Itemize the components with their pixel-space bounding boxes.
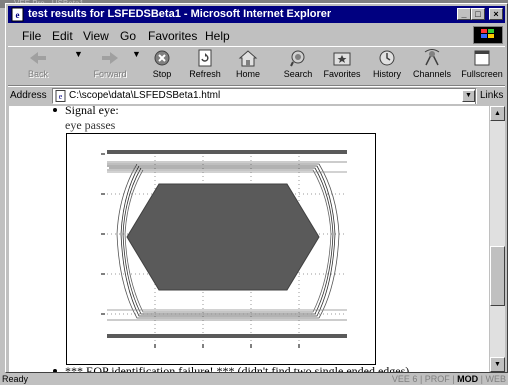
channels-icon [424, 49, 440, 66]
history-label: History [372, 69, 401, 79]
maximize-button[interactable]: □ [471, 8, 485, 20]
favorites-label: Favorites [323, 69, 361, 79]
favorites-icon [333, 52, 351, 66]
links-button[interactable]: Links [475, 88, 503, 104]
ie-window: e test results for LSFEDSBeta1 - Microso… [5, 3, 508, 373]
channels-label: Channels [412, 69, 452, 79]
scroll-down-button[interactable]: ▼ [490, 357, 505, 372]
svg-text:e: e [16, 10, 20, 20]
search-button[interactable]: Search [280, 49, 316, 83]
bullet-1 [53, 108, 57, 112]
fullscreen-label: Fullscreen [461, 69, 503, 79]
minimize-button[interactable]: _ [457, 8, 471, 20]
menu-help[interactable]: Help [205, 29, 230, 43]
fullscreen-icon [474, 50, 490, 66]
title-bar[interactable]: e test results for LSFEDSBeta1 - Microso… [8, 6, 505, 23]
eye-status-text: eye passes [65, 118, 116, 132]
standard-toolbar: Back ▼ Forward ▼ Stop Refresh Home Searc… [8, 46, 505, 86]
signal-eye-label: Signal eye: [65, 106, 119, 117]
background-status-bar: Ready VEE 6 | PROF | MOD | WEB [0, 374, 508, 385]
page-content: Signal eye: eye passes *** EOP identific… [9, 106, 489, 372]
home-label: Home [235, 69, 260, 79]
forward-button[interactable]: Forward [86, 49, 134, 83]
stop-icon [154, 50, 170, 66]
window-title: test results for LSFEDSBeta1 - Microsoft… [28, 8, 332, 20]
menu-favorites[interactable]: Favorites [148, 29, 197, 43]
forward-label: Forward [93, 69, 127, 79]
menu-go[interactable]: Go [120, 29, 136, 43]
menu-bar: File Edit View Go Favorites Help [8, 26, 505, 44]
forward-arrow-icon [102, 52, 118, 64]
ie-page-icon: e [11, 7, 24, 22]
address-label: Address [10, 90, 47, 101]
refresh-icon [198, 49, 212, 67]
ie-throbber-logo [473, 26, 503, 44]
menu-edit[interactable]: Edit [52, 29, 73, 43]
forward-dropdown[interactable]: ▼ [132, 49, 141, 83]
address-input[interactable]: e C:\scope\data\LSFEDSBeta1.html ▼ [52, 88, 477, 104]
stop-button[interactable]: Stop [146, 49, 178, 83]
favorites-button[interactable]: Favorites [322, 49, 362, 83]
status-indicators: VEE 6 | PROF | MOD | WEB [391, 374, 506, 384]
refresh-button[interactable]: Refresh [186, 49, 224, 83]
address-bar: Address e C:\scope\data\LSFEDSBeta1.html… [8, 86, 505, 105]
fullscreen-button[interactable]: Fullscreen [460, 49, 504, 83]
history-icon [379, 50, 395, 66]
scroll-up-button[interactable]: ▲ [490, 106, 505, 121]
channels-button[interactable]: Channels [412, 49, 452, 83]
vertical-scrollbar[interactable]: ▲ ▼ [490, 106, 505, 372]
back-dropdown[interactable]: ▼ [74, 49, 83, 83]
address-dropdown-button[interactable]: ▼ [462, 90, 475, 102]
close-button[interactable]: × [489, 8, 503, 20]
scroll-thumb[interactable] [490, 246, 505, 306]
eye-diagram-plot [101, 150, 347, 348]
eye-mask-hexagon [126, 183, 320, 291]
home-button[interactable]: Home [232, 49, 264, 83]
menu-view[interactable]: View [83, 29, 109, 43]
home-icon [238, 50, 258, 67]
eop-failure-text: *** EOP identification failure! *** (did… [65, 364, 413, 372]
history-button[interactable]: History [370, 49, 404, 83]
back-button[interactable]: Back [20, 49, 56, 83]
search-icon [290, 50, 305, 67]
page-icon: e [55, 90, 66, 102]
stop-label: Stop [152, 69, 172, 79]
back-arrow-icon [30, 52, 46, 64]
eye-diagram-image [66, 133, 376, 365]
status-prof: PROF [424, 374, 450, 384]
back-label: Back [27, 69, 48, 79]
menu-file[interactable]: File [22, 29, 41, 43]
windows-logo-icon [481, 29, 494, 38]
status-mod: MOD [457, 374, 479, 384]
status-vee: VEE 6 [391, 374, 418, 384]
status-ready: Ready [2, 374, 29, 384]
bullet-2 [53, 369, 57, 372]
refresh-label: Refresh [189, 69, 221, 79]
address-value: C:\scope\data\LSFEDSBeta1.html [69, 90, 221, 101]
svg-text:e: e [59, 92, 63, 101]
search-label: Search [283, 69, 313, 79]
status-web: WEB [485, 374, 506, 384]
